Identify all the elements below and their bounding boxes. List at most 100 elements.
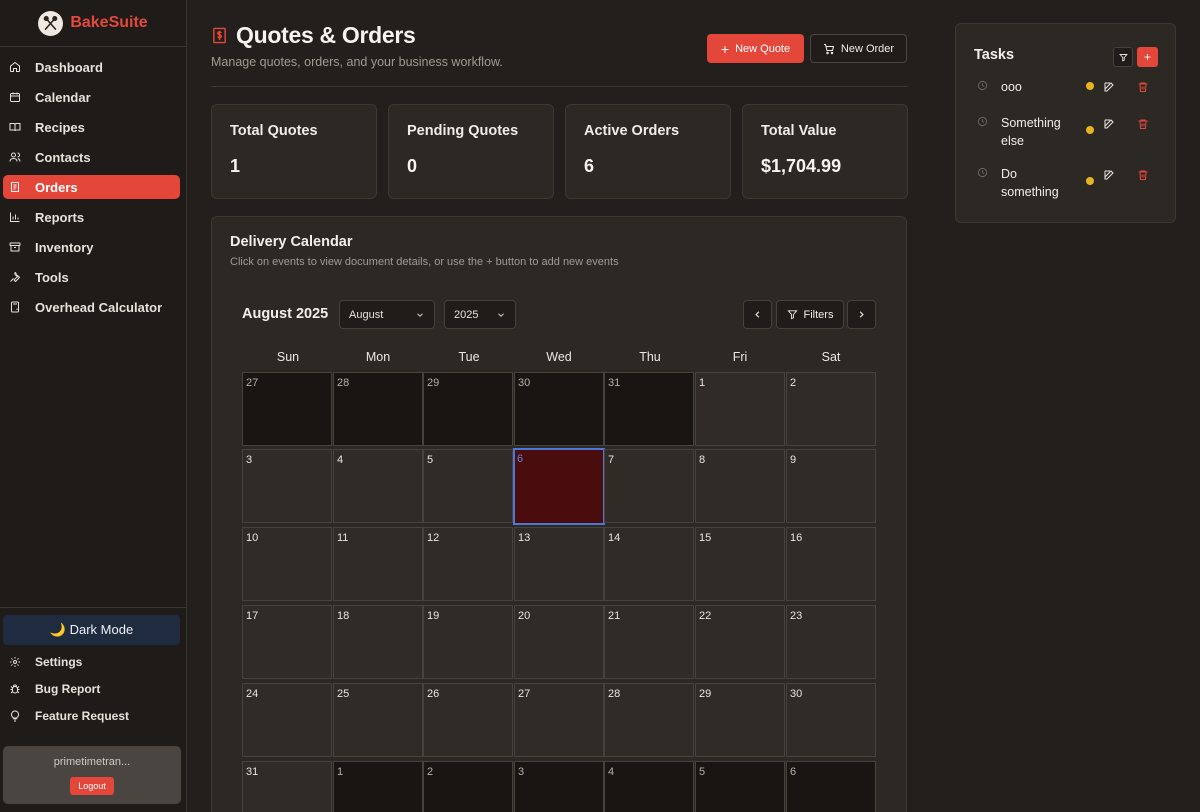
prev-month-button[interactable] [743, 300, 772, 329]
calendar-day-cell[interactable]: 15 [695, 527, 785, 601]
tasks-filter-button[interactable] [1113, 47, 1133, 67]
calendar-day-cell[interactable]: 1 [695, 372, 785, 446]
brand-logo-icon [38, 10, 64, 36]
sidebar-item-recipes[interactable]: Recipes [3, 115, 180, 139]
year-select[interactable]: 2025 [444, 300, 516, 329]
next-month-button[interactable] [847, 300, 876, 329]
logout-button[interactable]: Logout [70, 777, 114, 795]
calendar-day-cell[interactable]: 28 [333, 372, 423, 446]
calendar-day-cell[interactable]: 1 [333, 761, 423, 812]
calendar-day-cell[interactable]: 31 [604, 372, 694, 446]
calendar-day-cell[interactable]: 7 [604, 449, 694, 523]
task-status-dot [1086, 82, 1094, 90]
edit-icon[interactable] [1103, 81, 1115, 93]
calendar-day-cell[interactable]: 12 [423, 527, 513, 601]
trash-icon[interactable] [1137, 81, 1149, 93]
trash-icon[interactable] [1137, 118, 1149, 130]
month-select[interactable]: August [339, 300, 435, 329]
weekday-label: Fri [732, 350, 748, 364]
calendar-day-cell[interactable]: 30 [786, 683, 876, 757]
trash-icon[interactable] [1137, 169, 1149, 181]
calendar-day-cell[interactable]: 9 [786, 449, 876, 523]
bar-chart-icon [10, 212, 20, 222]
calendar-day-cell[interactable]: 3 [514, 761, 604, 812]
calendar-day-cell[interactable]: 29 [695, 683, 785, 757]
new-order-label: New Order [840, 42, 895, 55]
sidebar-item-label: Inventory [35, 239, 94, 255]
calendar-day-cell[interactable]: 23 [786, 605, 876, 679]
calendar-day-cell[interactable]: 19 [423, 605, 513, 679]
calendar-day-cell[interactable]: 14 [604, 527, 694, 601]
calendar-day-cell[interactable]: 27 [242, 372, 332, 446]
archive-icon [9, 242, 21, 252]
sidebar-item-inventory[interactable]: Inventory [3, 235, 180, 259]
new-quote-button[interactable]: + New Quote [707, 34, 804, 63]
weekday-label: Mon [365, 350, 391, 364]
stat-card-active-orders: Active Orders 6 [565, 104, 731, 199]
filters-button[interactable]: Filters [776, 300, 844, 329]
new-order-button[interactable]: New Order [810, 34, 907, 63]
calendar-day-cell[interactable]: 2 [786, 372, 876, 446]
calendar-day-cell-today[interactable]: 6 [513, 448, 605, 525]
chevron-down-icon [498, 312, 504, 317]
sidebar-item-bug-report[interactable]: Bug Report [3, 678, 180, 699]
calendar-day-cell[interactable]: 10 [242, 527, 332, 601]
sidebar-item-overhead-calculator[interactable]: Overhead Calculator [3, 295, 180, 319]
cart-icon [823, 43, 835, 54]
brand-name: BakeSuite [70, 14, 148, 31]
sidebar-item-tools[interactable]: Tools [3, 265, 180, 289]
bug-icon [10, 684, 20, 693]
sidebar-item-reports[interactable]: Reports [3, 205, 180, 229]
sidebar-item-orders[interactable]: Orders [3, 175, 180, 199]
calendar-day-cell[interactable]: 31 [242, 761, 332, 812]
delivery-calendar: Delivery Calendar Click on events to vie… [211, 216, 907, 812]
calendar-day-cell[interactable]: 20 [514, 605, 604, 679]
calendar-day-cell[interactable]: 8 [695, 449, 785, 523]
stat-value: $1,704.99 [761, 156, 842, 176]
calendar-day-cell[interactable]: 4 [604, 761, 694, 812]
calendar-day-cell[interactable]: 27 [514, 683, 604, 757]
task-item: ooo [974, 78, 1164, 114]
weekday-label: Thu [639, 350, 661, 364]
calendar-day-cell[interactable]: 5 [695, 761, 785, 812]
sidebar-nav: Dashboard Calendar Recipes Contacts Orde… [0, 47, 186, 319]
sidebar-bottom: 🌙 Dark Mode Settings Bug Report Feature … [0, 607, 186, 732]
calendar-month-heading: August 2025 [242, 306, 329, 322]
users-icon [9, 152, 21, 162]
calendar-day-cell[interactable]: 17 [242, 605, 332, 679]
sidebar-item-calendar[interactable]: Calendar [3, 85, 180, 109]
sidebar-item-label: Bug Report [35, 681, 101, 696]
calendar-day-cell[interactable]: 13 [514, 527, 604, 601]
sidebar: BakeSuite Dashboard Calendar Recipes Con… [0, 0, 187, 812]
sidebar-item-label: Tools [35, 269, 69, 285]
calendar-day-cell[interactable]: 28 [604, 683, 694, 757]
calendar-day-cell[interactable]: 26 [423, 683, 513, 757]
sidebar-item-dashboard[interactable]: Dashboard [3, 55, 180, 79]
dark-mode-toggle[interactable]: 🌙 Dark Mode [3, 615, 180, 645]
calendar-day-cell[interactable]: 21 [604, 605, 694, 679]
calendar-day-cell[interactable]: 5 [423, 449, 513, 523]
calendar-day-cell[interactable]: 24 [242, 683, 332, 757]
calendar-day-cell[interactable]: 16 [786, 527, 876, 601]
sidebar-item-contacts[interactable]: Contacts [3, 145, 180, 169]
sidebar-item-label: Overhead Calculator [35, 299, 163, 315]
calendar-day-cell[interactable]: 2 [423, 761, 513, 812]
calendar-day-cell[interactable]: 18 [333, 605, 423, 679]
calendar-day-cell[interactable]: 11 [333, 527, 423, 601]
brand[interactable]: BakeSuite [0, 0, 186, 47]
task-item: Something else [974, 114, 1164, 160]
calendar-day-cell[interactable]: 29 [423, 372, 513, 446]
calendar-day-cell[interactable]: 3 [242, 449, 332, 523]
add-task-button[interactable]: + [1137, 47, 1158, 67]
calendar-day-cell[interactable]: 30 [514, 372, 604, 446]
calendar-day-cell[interactable]: 22 [695, 605, 785, 679]
edit-icon[interactable] [1103, 118, 1115, 130]
sidebar-item-settings[interactable]: Settings [3, 651, 180, 672]
calendar-day-cell[interactable]: 4 [333, 449, 423, 523]
tasks-title: Tasks [974, 47, 1015, 63]
calendar-day-cell[interactable]: 25 [333, 683, 423, 757]
sidebar-item-feature-request[interactable]: Feature Request [3, 705, 180, 726]
calendar-day-cell[interactable]: 6 [786, 761, 876, 812]
stat-card-pending-quotes: Pending Quotes 0 [388, 104, 554, 199]
edit-icon[interactable] [1103, 169, 1115, 181]
